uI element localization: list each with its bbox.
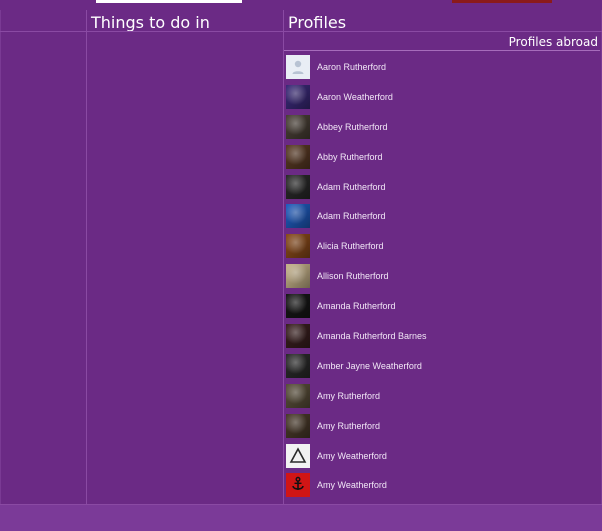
profile-item[interactable]: Amy Weatherford — [286, 441, 600, 471]
profile-name[interactable]: Alicia Rutherford — [317, 241, 384, 251]
profile-item[interactable]: Amy Rutherford — [286, 381, 600, 411]
profiles-subtitle-rule — [284, 50, 600, 51]
profile-item[interactable]: Adam Rutherford — [286, 172, 600, 202]
avatar[interactable] — [286, 383, 310, 408]
profile-name[interactable]: Amy Weatherford — [317, 480, 387, 490]
things-to-do-title: Things to do in — [91, 13, 210, 32]
profiles-abroad-subtitle: Profiles abroad — [508, 35, 598, 49]
avatar[interactable] — [286, 353, 310, 378]
avatar[interactable] — [286, 114, 310, 139]
profile-name[interactable]: Aaron Weatherford — [317, 92, 393, 102]
profiles-title: Profiles — [288, 13, 347, 32]
profile-item[interactable]: Amanda Rutherford — [286, 291, 600, 321]
profile-name[interactable]: Amy Rutherford — [317, 421, 380, 431]
top-bar-white-strip — [96, 0, 242, 3]
avatar[interactable] — [286, 144, 310, 169]
avatar[interactable] — [286, 323, 310, 348]
top-bar-red-strip — [452, 0, 552, 3]
profile-name[interactable]: Abby Rutherford — [317, 152, 383, 162]
profile-item[interactable]: Amber Jayne Weatherford — [286, 351, 600, 381]
avatar[interactable] — [286, 294, 310, 319]
profile-name[interactable]: Amy Weatherford — [317, 451, 387, 461]
profile-item[interactable]: Aaron Weatherford — [286, 82, 600, 112]
avatar[interactable] — [286, 174, 310, 199]
left-column — [0, 10, 87, 504]
placeholder-person-icon[interactable] — [286, 54, 310, 79]
profile-item[interactable]: Abbey Rutherford — [286, 112, 600, 142]
profile-name[interactable]: Amy Rutherford — [317, 391, 380, 401]
avatar[interactable] — [286, 264, 310, 289]
profile-item[interactable]: Alicia Rutherford — [286, 231, 600, 261]
profile-name[interactable]: Abbey Rutherford — [317, 122, 388, 132]
profile-name[interactable]: Amber Jayne Weatherford — [317, 361, 422, 371]
avatar[interactable] — [286, 84, 310, 109]
avatar[interactable] — [286, 413, 310, 438]
profile-item[interactable]: Amanda Rutherford Barnes — [286, 321, 600, 351]
profile-item[interactable]: Amy Weatherford — [286, 470, 600, 500]
things-to-do-rule — [87, 31, 283, 32]
footer-bar — [0, 504, 602, 531]
profiles-rule — [284, 31, 602, 32]
top-bar — [0, 0, 602, 10]
profiles-column: Profiles Profiles abroad Aaron Rutherfor… — [284, 10, 602, 504]
profile-item[interactable]: Adam Rutherford — [286, 201, 600, 231]
profile-name[interactable]: Allison Rutherford — [317, 271, 389, 281]
profile-item[interactable]: Amy Rutherford — [286, 411, 600, 441]
profile-item[interactable]: Abby Rutherford — [286, 142, 600, 172]
left-column-rule — [0, 31, 86, 32]
avatar[interactable] — [286, 234, 310, 259]
profile-name[interactable]: Adam Rutherford — [317, 211, 386, 221]
things-to-do-column: Things to do in — [87, 10, 284, 504]
profile-name[interactable]: Aaron Rutherford — [317, 62, 386, 72]
profile-item[interactable]: Aaron Rutherford — [286, 52, 600, 82]
profile-name[interactable]: Adam Rutherford — [317, 182, 386, 192]
profile-name[interactable]: Amanda Rutherford — [317, 301, 396, 311]
profile-name[interactable]: Amanda Rutherford Barnes — [317, 331, 427, 341]
profile-item[interactable]: Allison Rutherford — [286, 261, 600, 291]
avatar[interactable] — [286, 204, 310, 229]
profile-list: Aaron Rutherford Aaron Weatherford Abbey R… — [286, 52, 600, 500]
anchor-icon[interactable] — [286, 473, 310, 498]
triangle-icon[interactable] — [286, 443, 310, 468]
